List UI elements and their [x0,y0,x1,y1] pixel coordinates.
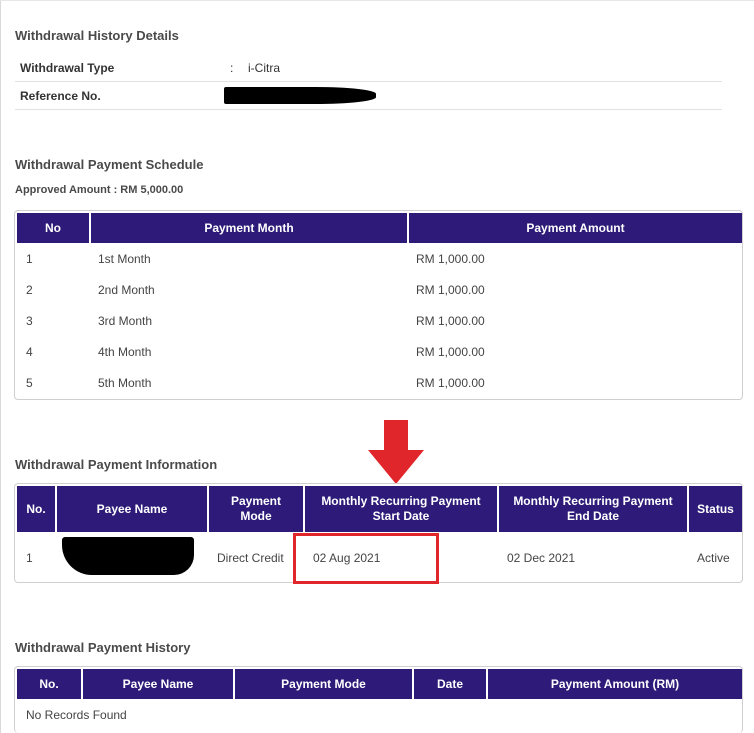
cell-amount: RM 1,000.00 [416,376,485,390]
highlight-start-date-box [293,533,439,584]
col-header-payee-name: Payee Name [57,486,207,532]
col-header-status: Status [689,486,742,532]
col-header-payment-mode: Payment Mode [209,486,303,532]
cell-amount: RM 1,000.00 [416,314,485,328]
redacted-payee-name [62,537,194,575]
empty-state-text: No Records Found [26,708,127,722]
info-title: Withdrawal Payment Information [15,457,218,472]
redacted-reference-number [224,87,376,104]
schedule-table: No Payment Month Payment Amount 1 1st Mo… [14,210,743,400]
col-header-payment-amount: Payment Amount (RM) [488,669,742,699]
cell-month: 5th Month [98,376,152,390]
cell-payment-mode: Direct Credit [217,551,284,565]
cell-amount: RM 1,000.00 [416,345,485,359]
detail-value: i-Citra [248,61,280,75]
col-header-payee-name: Payee Name [83,669,233,699]
detail-colon: : [230,61,234,75]
details-title: Withdrawal History Details [15,28,179,43]
col-header-end-date: Monthly Recurring Payment End Date [499,486,687,532]
cell-month: 3rd Month [98,314,153,328]
cell-month: 4th Month [98,345,152,359]
payment-history-table: No. Payee Name Payment Mode Date Payment… [14,666,743,733]
cell-no: 1 [26,551,33,565]
red-arrow-annotation [368,420,424,484]
detail-label: Reference No. [20,89,101,103]
cell-no: 1 [26,252,33,266]
cell-no: 5 [26,376,33,390]
col-header-start-date: Monthly Recurring Payment Start Date [305,486,497,532]
col-header-no: No. [17,486,55,532]
schedule-title: Withdrawal Payment Schedule [15,157,204,172]
page-left-border [0,0,1,733]
cell-month: 2nd Month [98,283,155,297]
cell-no: 4 [26,345,33,359]
cell-end-date: 02 Dec 2021 [507,551,576,565]
col-header-no: No. [17,669,81,699]
cell-no: 3 [26,314,33,328]
col-header-date: Date [414,669,486,699]
page-top-border [0,0,754,1]
cell-status: Active [697,551,730,565]
cell-no: 2 [26,283,33,297]
col-header-payment-month: Payment Month [91,213,407,243]
cell-amount: RM 1,000.00 [416,283,485,297]
col-header-payment-amount: Payment Amount [409,213,742,243]
detail-label: Withdrawal Type [20,61,115,75]
approved-amount: Approved Amount : RM 5,000.00 [15,184,184,196]
col-header-payment-mode: Payment Mode [235,669,412,699]
detail-row-withdrawal-type: Withdrawal Type : i-Citra [15,54,722,82]
cell-month: 1st Month [98,252,151,266]
col-header-no: No [17,213,89,243]
cell-amount: RM 1,000.00 [416,252,485,266]
history-title: Withdrawal Payment History [15,640,191,655]
